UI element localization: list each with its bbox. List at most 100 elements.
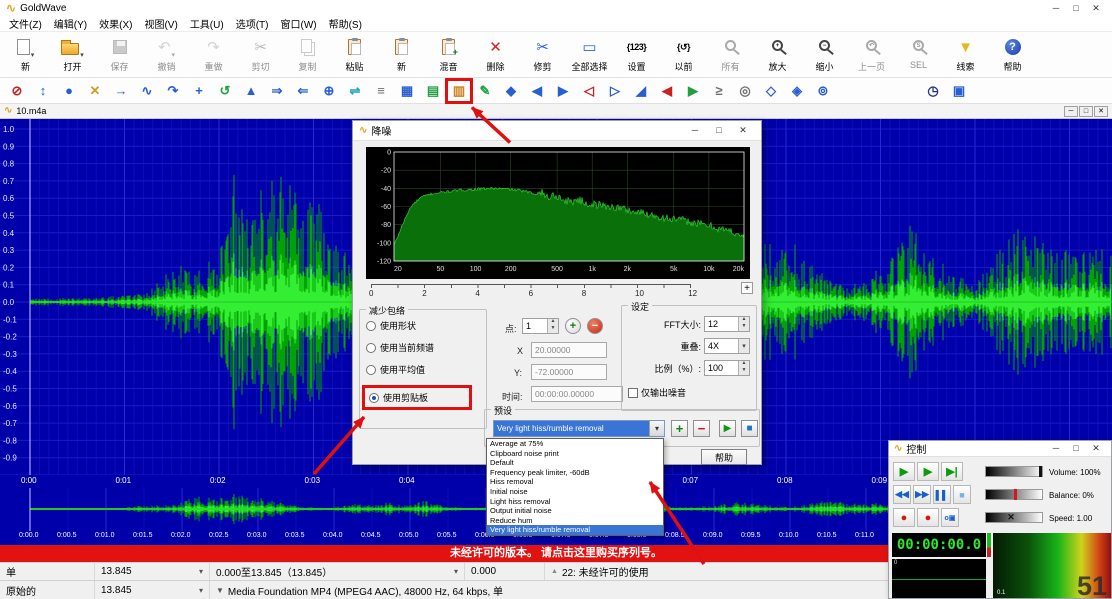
selection-dropdown-icon[interactable]: ▾	[454, 567, 458, 576]
pause-button[interactable]: ▌▌	[933, 485, 951, 504]
effect-icon-24[interactable]: ▷	[604, 81, 626, 101]
point-input[interactable]: 1 ▲▼	[522, 318, 559, 334]
menu-item[interactable]: 窗口(W)	[275, 16, 321, 31]
menu-item[interactable]: 视图(V)	[139, 16, 182, 31]
close-icon[interactable]: ✕	[1086, 3, 1106, 14]
effect-icon-15[interactable]: ≡	[370, 81, 392, 101]
effect-icon-25[interactable]: ◢	[630, 81, 652, 101]
dialog-maximize-icon[interactable]: □	[707, 125, 731, 136]
effect-icon-32[interactable]: ⊚	[812, 81, 834, 101]
length-dropdown-icon[interactable]: ▾	[199, 567, 203, 576]
zoom-out-button[interactable]: −缩小	[801, 33, 848, 76]
mix-button[interactable]: +混音	[425, 33, 472, 76]
preset-option[interactable]: Hiss removal	[487, 477, 663, 487]
save-button[interactable]: 保存	[96, 33, 143, 76]
help-button[interactable]: 帮助	[701, 449, 747, 465]
volume-slider[interactable]	[985, 466, 1043, 477]
fft-size-input[interactable]: 12 ▲▼	[704, 316, 750, 332]
x-input[interactable]: 20.00000	[531, 342, 607, 358]
effect-icon-9[interactable]: ↺	[214, 81, 236, 101]
ratio-spinner[interactable]: ▲▼	[738, 361, 749, 375]
preset-dropdown-icon[interactable]: ▾	[649, 421, 664, 436]
preset-option[interactable]: Very light hiss/rumble removal	[487, 525, 663, 535]
zoom-in-button[interactable]: +放大	[754, 33, 801, 76]
record-options-button[interactable]: o▣	[941, 508, 959, 527]
copy-button[interactable]: 复制	[284, 33, 331, 76]
fast-forward-button[interactable]: ▶▶	[913, 485, 931, 504]
effect-icon-31[interactable]: ◈	[786, 81, 808, 101]
preset-option[interactable]: Frequency peak limiter, -60dB	[487, 468, 663, 478]
effect-icon-12[interactable]: ⇐	[292, 81, 314, 101]
preview-stop-button[interactable]: ■	[741, 420, 758, 437]
zoom-previous-button[interactable]: ↶上一页	[848, 33, 895, 76]
select-all-button[interactable]: ▭全部选择	[566, 33, 613, 76]
format-dropdown-icon[interactable]: ▼	[216, 586, 224, 595]
preset-option[interactable]: Light hiss removal	[487, 497, 663, 507]
radio-option[interactable]: 使用当前频谱	[366, 341, 480, 354]
help-button[interactable]: ?帮助	[989, 33, 1036, 76]
effect-icon-27[interactable]: ▶	[682, 81, 704, 101]
record-button[interactable]: ●	[893, 508, 915, 527]
dialog-titlebar[interactable]: ∿ 降噪 ─ □ ✕	[353, 121, 761, 141]
chevron-down-icon[interactable]: ▾	[31, 51, 35, 59]
wave-minimize-icon[interactable]: ─	[1064, 106, 1078, 117]
effect-icon-33[interactable]: ◷	[922, 81, 944, 101]
preset-option[interactable]: Default	[487, 458, 663, 468]
menu-item[interactable]: 选项(T)	[231, 16, 274, 31]
preset-option[interactable]: Output initial noise	[487, 506, 663, 516]
effect-icon-23[interactable]: ◁	[578, 81, 600, 101]
cue-button[interactable]: ▼线索	[942, 33, 989, 76]
effect-icon-34[interactable]: ▣	[948, 81, 970, 101]
new-button[interactable]: ▾新	[2, 33, 49, 76]
chevron-down-icon[interactable]: ▾	[80, 51, 84, 59]
y-input[interactable]: -72.00000	[531, 364, 607, 380]
open-button[interactable]: ▾打开	[49, 33, 96, 76]
control-close-icon[interactable]: ✕	[1086, 443, 1106, 454]
speed-slider[interactable]: ✕	[985, 512, 1043, 523]
time-input[interactable]: 00:00:00.00000	[531, 386, 623, 402]
effect-icon-29[interactable]: ◎	[734, 81, 756, 101]
effect-icon-16[interactable]: ▦	[396, 81, 418, 101]
dialog-close-icon[interactable]: ✕	[731, 125, 755, 136]
overlap-combobox[interactable]: 4X ▾	[704, 338, 750, 354]
menu-item[interactable]: 文件(Z)	[4, 16, 47, 31]
zoom-all-button[interactable]: 所有	[707, 33, 754, 76]
wave-restore-icon[interactable]: □	[1079, 106, 1093, 117]
menu-item[interactable]: 效果(X)	[94, 16, 137, 31]
original-length-dropdown-icon[interactable]: ▾	[199, 586, 203, 595]
dialog-minimize-icon[interactable]: ─	[683, 125, 707, 136]
effect-icon-5[interactable]: →	[110, 81, 132, 101]
preset-combobox[interactable]: Very light hiss/rumble removal ▾	[493, 420, 665, 437]
menu-item[interactable]: 帮助(S)	[324, 16, 367, 31]
effect-icon-19[interactable]: ✎	[474, 81, 496, 101]
add-point-button[interactable]: +	[565, 318, 581, 334]
effect-icon-2[interactable]: ↕	[32, 81, 54, 101]
preset-option[interactable]: Average at 75%	[487, 439, 663, 449]
effect-icon-11[interactable]: ⇒	[266, 81, 288, 101]
effect-icon-17[interactable]: ▤	[422, 81, 444, 101]
radio-option[interactable]: 使用形状	[366, 319, 480, 332]
paste-button[interactable]: 粘贴	[331, 33, 378, 76]
effect-icon-10[interactable]: ▲	[240, 81, 262, 101]
effect-icon-21[interactable]: ◀	[526, 81, 548, 101]
preset-option[interactable]: Initial noise	[487, 487, 663, 497]
scale-zoom-button[interactable]: +	[741, 282, 753, 294]
balance-slider[interactable]	[985, 489, 1043, 500]
redo-button[interactable]: ↷重做	[190, 33, 237, 76]
effect-icon-7[interactable]: ↷	[162, 81, 184, 101]
effect-icon-26[interactable]: ◀	[656, 81, 678, 101]
wave-close-icon[interactable]: ✕	[1094, 106, 1108, 117]
set-button[interactable]: {123}设置	[613, 33, 660, 76]
radio-option[interactable]: 使用平均值	[366, 363, 480, 376]
effect-icon-3[interactable]: ●	[58, 81, 80, 101]
preset-delete-button[interactable]: −	[693, 420, 710, 437]
record-selection-button[interactable]: ●	[917, 508, 939, 527]
preview-play-button[interactable]: ▶	[719, 420, 736, 437]
effect-icon-13[interactable]: ⊕	[318, 81, 340, 101]
menu-item[interactable]: 编辑(Y)	[49, 16, 92, 31]
maximize-icon[interactable]: □	[1066, 3, 1086, 14]
undo-button[interactable]: ↶▾撤销	[143, 33, 190, 76]
noise-spectrum-graph[interactable]: 0-20-40-60-80-100-12020501002005001k2k5k…	[366, 147, 750, 279]
effect-icon-20[interactable]: ◆	[500, 81, 522, 101]
radio-option[interactable]: 使用剪贴板	[362, 385, 472, 410]
